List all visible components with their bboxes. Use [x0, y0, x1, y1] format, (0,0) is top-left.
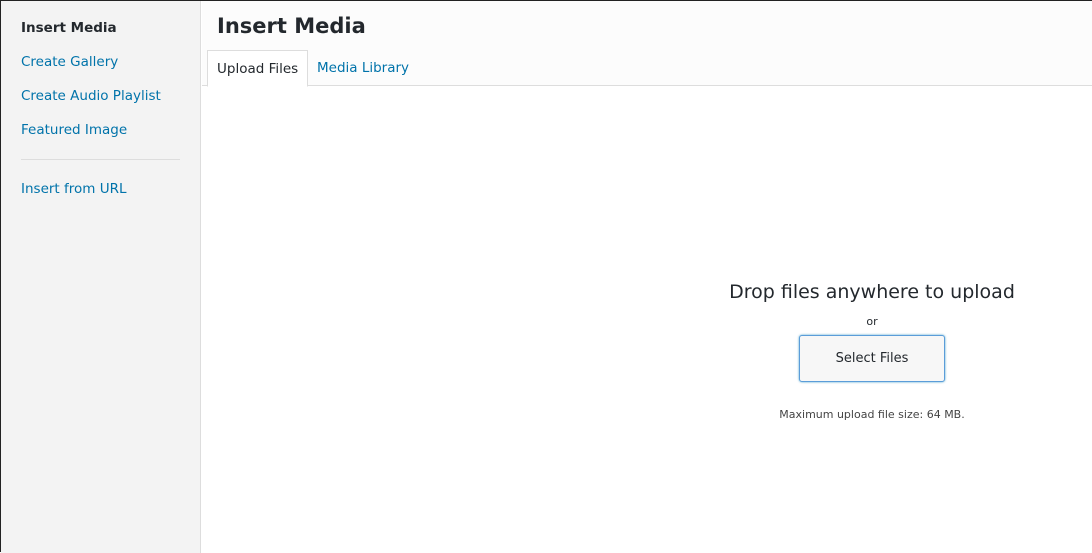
sidebar-item-insert-media[interactable]: Insert Media	[21, 20, 117, 36]
sidebar-item-create-gallery[interactable]: Create Gallery	[21, 54, 118, 70]
select-files-button[interactable]: Select Files	[799, 335, 945, 382]
sidebar-item-featured-image[interactable]: Featured Image	[21, 122, 127, 138]
upload-area[interactable]: Drop files anywhere to upload or Select …	[202, 87, 1092, 552]
drop-instructions: Drop files anywhere to upload	[729, 281, 1015, 303]
modal-header: Insert Media Upload Files Media Library	[202, 1, 1092, 87]
sidebar-item-insert-from-url[interactable]: Insert from URL	[21, 181, 127, 197]
max-upload-size: Maximum upload file size: 64 MB.	[779, 408, 965, 421]
page-title: Insert Media	[217, 14, 366, 38]
tab-media-library[interactable]: Media Library	[308, 50, 418, 87]
or-label: or	[866, 315, 878, 328]
tab-upload-files[interactable]: Upload Files	[207, 50, 309, 87]
sidebar-item-create-audio-playlist[interactable]: Create Audio Playlist	[21, 88, 161, 104]
media-sidebar: Insert Media Create Gallery Create Audio…	[1, 1, 201, 553]
sidebar-divider	[21, 159, 180, 160]
